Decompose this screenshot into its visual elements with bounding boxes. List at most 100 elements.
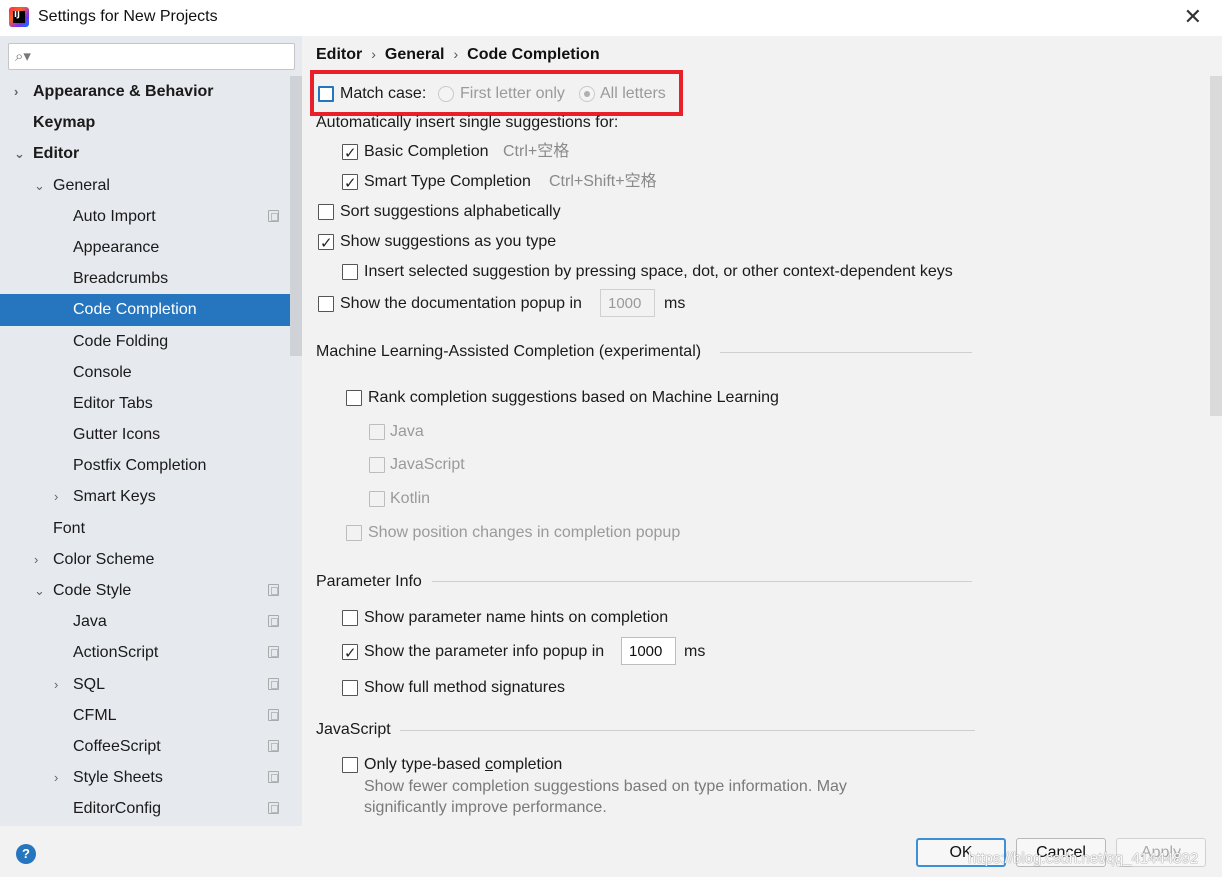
sidebar-item-code-style[interactable]: ⌄ Code Style <box>0 575 290 606</box>
search-icon[interactable]: ⌕▾ <box>15 47 31 65</box>
ml-kotlin-checkbox[interactable] <box>369 491 385 507</box>
sidebar-item-label: Keymap <box>33 114 96 132</box>
sidebar-item-java[interactable]: Java <box>0 606 290 637</box>
apply-button[interactable]: Apply <box>1116 838 1206 867</box>
sidebar-item-appearance[interactable]: Appearance <box>0 232 290 263</box>
ml-rank-checkbox[interactable] <box>346 390 362 406</box>
doc-popup-delay-input[interactable] <box>600 289 655 317</box>
ml-position-row: Show position changes in completion popu… <box>346 522 846 544</box>
basic-completion-shortcut: Ctrl+空格 <box>503 143 570 160</box>
full-sig-checkbox[interactable] <box>342 680 358 696</box>
param-popup-delay-input[interactable] <box>621 637 676 665</box>
smart-completion-checkbox[interactable] <box>342 172 358 194</box>
show-as-type-label: Show suggestions as you type <box>340 233 557 250</box>
param-hints-checkbox[interactable] <box>342 610 358 626</box>
project-scope-icon <box>268 584 279 596</box>
sidebar-item-style-sheets[interactable]: › Style Sheets <box>0 762 290 793</box>
sidebar-scrollbar[interactable] <box>290 76 302 356</box>
chevron-right-icon[interactable]: › <box>14 76 18 107</box>
ml-java-checkbox[interactable] <box>369 424 385 440</box>
sidebar-item-auto-import[interactable]: Auto Import <box>0 201 290 232</box>
sidebar-item-label: Color Scheme <box>53 550 155 568</box>
help-icon[interactable]: ? <box>16 844 36 864</box>
ml-rank-label: Rank completion suggestions based on Mac… <box>368 389 779 406</box>
sidebar-item-appearance-behavior[interactable]: › Appearance & Behavior <box>0 76 290 107</box>
sidebar-item-code-folding[interactable]: Code Folding <box>0 326 290 357</box>
all-letters-radio[interactable] <box>579 86 595 102</box>
sidebar-item-breadcrumbs[interactable]: Breadcrumbs <box>0 263 290 294</box>
sidebar-item-font[interactable]: Font <box>0 513 290 544</box>
sidebar-item-label: Postfix Completion <box>73 457 207 475</box>
settings-sidebar: ⌕▾ › Appearance & Behavior Keymap ⌄ Editor ⌄ G… <box>0 36 302 826</box>
ok-button[interactable]: OK <box>916 838 1006 867</box>
sidebar-item-label: SQL <box>73 675 106 693</box>
sidebar-item-label: Gutter Icons <box>73 426 161 444</box>
param-popup-row: Show the parameter info popup in ms <box>342 637 742 665</box>
project-scope-icon <box>268 677 279 690</box>
doc-popup-checkbox[interactable] <box>318 296 334 312</box>
chevron-down-icon[interactable]: ⌄ <box>34 170 45 201</box>
type-based-row: Only type-based completion <box>342 754 742 776</box>
sidebar-item-keymap[interactable]: Keymap <box>0 107 290 138</box>
sidebar-item-editorconfig[interactable]: EditorConfig <box>0 793 290 824</box>
project-scope-icon <box>268 739 279 752</box>
sidebar-item-label: Console <box>73 363 132 381</box>
javascript-title: JavaScript <box>316 721 391 738</box>
sidebar-item-editor-tabs[interactable]: Editor Tabs <box>0 388 290 419</box>
content-scrollbar[interactable] <box>1210 76 1222 416</box>
chevron-right-icon[interactable]: › <box>34 544 38 575</box>
chevron-right-icon[interactable]: › <box>54 481 58 512</box>
chevron-down-icon[interactable]: ⌄ <box>34 575 45 606</box>
chevron-right-icon[interactable]: › <box>54 762 58 793</box>
sidebar-item-label: ActionScript <box>73 644 159 662</box>
first-letter-label: First letter only <box>460 85 565 102</box>
sidebar-item-actionscript[interactable]: ActionScript <box>0 637 290 668</box>
basic-completion-checkbox[interactable] <box>342 142 358 164</box>
sidebar-item-coffeescript[interactable]: CoffeeScript <box>0 731 290 762</box>
sidebar-item-postfix-completion[interactable]: Postfix Completion <box>0 450 290 481</box>
ml-section-title: Machine Learning-Assisted Completion (ex… <box>316 343 702 360</box>
search-input[interactable] <box>41 47 286 67</box>
param-popup-checkbox[interactable] <box>342 642 358 664</box>
param-hints-row: Show parameter name hints on completion <box>342 607 742 629</box>
sidebar-item-gutter-icons[interactable]: Gutter Icons <box>0 419 290 450</box>
settings-content: Editor › General › Code Completion Match cas… <box>302 36 1222 826</box>
chevron-down-icon[interactable]: ⌄ <box>14 138 25 169</box>
show-as-type-checkbox[interactable] <box>318 232 334 254</box>
param-info-title: Parameter Info <box>316 573 422 590</box>
match-case-checkbox[interactable] <box>318 86 334 102</box>
settings-search[interactable]: ⌕▾ <box>8 43 295 70</box>
sidebar-item-console[interactable]: Console <box>0 357 290 388</box>
breadcrumb-item[interactable]: Editor <box>316 46 362 63</box>
sort-alpha-checkbox[interactable] <box>318 204 334 220</box>
insert-selected-checkbox[interactable] <box>342 264 358 280</box>
cancel-button[interactable]: Cancel <box>1016 838 1106 867</box>
sidebar-item-label: Appearance & Behavior <box>33 83 214 100</box>
auto-insert-title: Automatically insert single suggestions … <box>316 114 619 131</box>
sidebar-item-code-completion[interactable]: Code Completion <box>0 294 290 326</box>
project-scope-icon <box>268 209 279 222</box>
sidebar-item-sql[interactable]: › SQL <box>0 669 290 700</box>
chevron-right-icon[interactable]: › <box>54 669 58 700</box>
first-letter-radio[interactable] <box>438 86 454 102</box>
sidebar-item-color-scheme[interactable]: › Color Scheme <box>0 544 290 575</box>
breadcrumb-item[interactable]: General <box>385 46 445 63</box>
sidebar-item-general[interactable]: ⌄ General <box>0 170 290 201</box>
sidebar-item-editor[interactable]: ⌄ Editor <box>0 138 290 169</box>
ml-position-checkbox[interactable] <box>346 525 362 541</box>
sidebar-item-label: Style Sheets <box>73 769 163 787</box>
smart-completion-row: Smart Type Completion Ctrl+Shift+空格 <box>342 171 742 194</box>
doc-popup-row: Show the documentation popup in ms <box>318 289 738 317</box>
insert-selected-label: Insert selected suggestion by pressing s… <box>364 263 953 280</box>
sidebar-item-cfml[interactable]: CFML <box>0 700 290 731</box>
type-based-checkbox[interactable] <box>342 757 358 773</box>
close-icon[interactable]: ✕ <box>1184 6 1202 28</box>
ml-javascript-checkbox[interactable] <box>369 457 385 473</box>
ml-rank-row: Rank completion suggestions based on Mac… <box>346 387 846 409</box>
sidebar-item-smart-keys[interactable]: › Smart Keys <box>0 481 290 512</box>
ml-position-label: Show position changes in completion popu… <box>368 524 681 541</box>
smart-completion-label: Smart Type Completion <box>364 173 531 190</box>
ml-language-row: Java <box>369 421 569 443</box>
sidebar-item-label: Java <box>73 613 107 631</box>
ml-section-divider <box>720 352 972 353</box>
